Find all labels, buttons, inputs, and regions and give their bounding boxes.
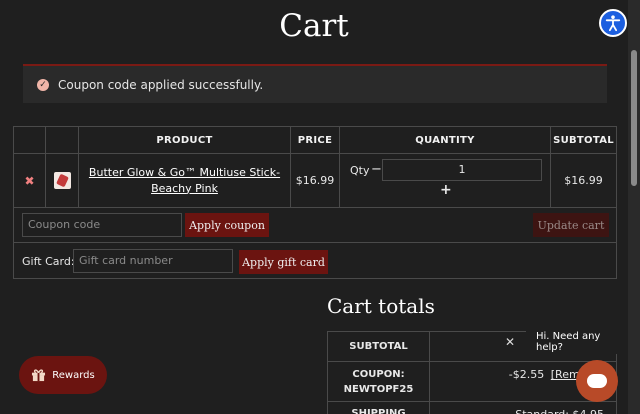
gift-icon bbox=[32, 369, 46, 382]
qty-decrement-button[interactable]: − bbox=[371, 162, 382, 177]
accessibility-icon bbox=[605, 15, 621, 32]
chat-prompt[interactable]: Hi. Need any help? bbox=[526, 330, 620, 354]
gift-card-row: Gift Card: Gift card number Apply gift c… bbox=[13, 243, 617, 279]
gift-card-input[interactable]: Gift card number bbox=[73, 249, 233, 273]
totals-row: COUPON: NEWTOPF25 -$2.55 [Remove] bbox=[327, 361, 617, 402]
success-notice: ✓ Coupon code applied successfully. bbox=[23, 64, 607, 103]
quantity-cell: Qty − 1 + bbox=[339, 153, 551, 208]
check-icon: ✓ bbox=[37, 78, 49, 91]
gift-card-label: Gift Card: bbox=[22, 255, 75, 268]
header-subtotal: SUBTOTAL bbox=[550, 126, 617, 154]
thumbnail-cell bbox=[45, 153, 79, 208]
product-thumbnail[interactable] bbox=[53, 172, 71, 189]
scrollbar[interactable] bbox=[628, 0, 640, 414]
header-price: PRICE bbox=[290, 126, 340, 154]
chat-button[interactable] bbox=[576, 360, 618, 402]
totals-label: SUBTOTAL bbox=[327, 331, 430, 362]
update-cart-button[interactable]: Update cart bbox=[533, 213, 609, 237]
header-product: PRODUCT bbox=[78, 126, 291, 154]
cart-table: PRODUCT PRICE QUANTITY SUBTOTAL ✖ Butter… bbox=[13, 126, 617, 208]
coupon-code-input[interactable]: Coupon code bbox=[22, 213, 182, 237]
scrollbar-thumb[interactable] bbox=[631, 50, 637, 186]
accessibility-button[interactable] bbox=[599, 9, 627, 37]
page-title: Cart bbox=[279, 8, 349, 44]
header-quantity: QUANTITY bbox=[339, 126, 551, 154]
remove-cell: ✖ bbox=[13, 153, 46, 208]
totals-value: Standard: $4.95 bbox=[429, 401, 617, 414]
product-cell: Butter Glow & Go™ Multiuse Stick- Beachy… bbox=[78, 153, 291, 208]
notice-text: Coupon code applied successfully. bbox=[58, 77, 264, 92]
totals-label: COUPON: NEWTOPF25 bbox=[327, 361, 430, 402]
header-thumbnail bbox=[45, 126, 79, 154]
totals-label: SHIPPING bbox=[327, 401, 430, 414]
rewards-button[interactable]: Rewards bbox=[19, 356, 107, 394]
remove-x-icon[interactable]: ✖ bbox=[24, 174, 34, 188]
qty-label: Qty bbox=[350, 164, 370, 177]
cart-totals-title: Cart totals bbox=[327, 294, 435, 318]
rewards-label: Rewards bbox=[52, 369, 95, 381]
quantity-input[interactable]: 1 bbox=[382, 159, 542, 181]
coupon-row: Coupon code Apply coupon Update cart bbox=[13, 207, 617, 243]
table-header-row: PRODUCT PRICE QUANTITY SUBTOTAL bbox=[13, 126, 617, 154]
product-name-link[interactable]: Butter Glow & Go™ Multiuse Stick- Beachy… bbox=[89, 166, 280, 195]
coupon-discount-value: -$2.55 bbox=[508, 368, 545, 381]
subtotal-cell: $16.99 bbox=[550, 153, 617, 208]
header-remove bbox=[13, 126, 46, 154]
chat-icon bbox=[587, 374, 607, 388]
table-row: ✖ Butter Glow & Go™ Multiuse Stick- Beac… bbox=[13, 153, 617, 208]
apply-coupon-button[interactable]: Apply coupon bbox=[185, 213, 269, 237]
chat-close-icon[interactable]: ✕ bbox=[505, 335, 515, 349]
qty-increment-button[interactable]: + bbox=[440, 182, 452, 198]
apply-gift-card-button[interactable]: Apply gift card bbox=[239, 250, 328, 274]
price-cell: $16.99 bbox=[290, 153, 340, 208]
totals-row: SHIPPING Standard: $4.95 bbox=[327, 401, 617, 414]
